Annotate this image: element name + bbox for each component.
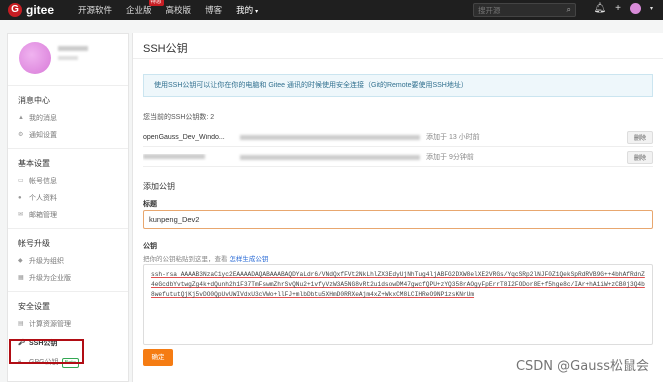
- caret-down-icon[interactable]: ▾: [650, 5, 653, 12]
- search-input[interactable]: [478, 5, 558, 15]
- section-title-security: 安全设置: [18, 302, 50, 311]
- gitee-logo[interactable]: G gitee: [8, 3, 54, 17]
- key-label: 公钥: [143, 243, 157, 250]
- main-nav: 开源软件 企业版 特惠 高校版 博客 我的 ▾: [78, 0, 272, 16]
- nav-education[interactable]: 高校版: [166, 4, 192, 16]
- card-icon: ▭: [18, 178, 24, 184]
- delete-button[interactable]: 删除: [626, 150, 653, 164]
- sidebar-item-label: 个人资料: [29, 195, 57, 202]
- profile-card: [8, 34, 128, 86]
- gear-icon: ⚙: [18, 132, 24, 138]
- mail-icon: ✉: [18, 212, 24, 218]
- promo-badge: 特惠: [148, 0, 164, 6]
- nav-enterprise[interactable]: 企业版 特惠: [126, 0, 164, 16]
- sidebar-item-email[interactable]: ✉ 邮箱管理: [8, 207, 128, 224]
- nav-mine[interactable]: 我的 ▾: [236, 4, 258, 16]
- nav-mine-label: 我的: [236, 5, 254, 15]
- chevron-down-icon: ▾: [255, 9, 259, 15]
- logo-text: gitee: [26, 3, 55, 17]
- sidebar-item-label: 升级为企业版: [29, 275, 71, 282]
- delete-button[interactable]: 删除: [626, 130, 653, 144]
- confirm-button[interactable]: 确定: [143, 349, 173, 366]
- page-title: SSH公钥: [143, 43, 188, 55]
- info-banner: 使用SSH公钥可以让你在你的电脑和 Gitee 通讯的时候使用安全连接（Git的…: [143, 74, 653, 97]
- sidebar-item-profile[interactable]: ● 个人资料: [8, 190, 128, 207]
- divider: [8, 148, 128, 149]
- divider: [8, 228, 128, 229]
- key-fingerprint-blurred: [240, 154, 420, 160]
- key-count: 您当前的SSH公钥数: 2: [143, 114, 215, 121]
- key-hint: 把你的公钥粘贴到这里，查看 怎样生成公钥: [143, 253, 268, 263]
- user-icon: ●: [18, 195, 22, 201]
- sidebar-item-upgrade-enterprise[interactable]: ▦ 升级为企业版: [8, 270, 128, 287]
- settings-sidebar: 消息中心 ▲ 我的消息 ⚙ 通知设置 基本设置 ▭ 帐号信息 ● 个人资料 ✉ 邮箱管理 …: [7, 33, 129, 382]
- key-row: 添加于 9分钟前 删除: [143, 150, 653, 164]
- bell-icon: ▲: [18, 115, 24, 121]
- key-title-link[interactable]: [143, 153, 236, 161]
- nav-opensource[interactable]: 开源软件: [78, 4, 112, 16]
- key-title-input[interactable]: [143, 210, 653, 229]
- nav-blog[interactable]: 博客: [205, 4, 222, 16]
- sidebar-item-label: 帐号信息: [29, 178, 57, 185]
- key-row: openGauss_Dev_Windo... 添加于 13 小时前 删除: [143, 130, 653, 144]
- section-title-messages: 消息中心: [18, 96, 50, 105]
- divider: [8, 291, 128, 292]
- nav-enterprise-label: 企业版: [126, 5, 152, 15]
- hint-text: 把你的公钥粘贴到这里，查看: [143, 256, 228, 263]
- watermark: CSDN @Gauss松鼠会: [515, 359, 649, 374]
- bell-icon[interactable]: 🔔︎: [593, 3, 606, 14]
- section-title-basic: 基本设置: [18, 159, 50, 168]
- user-id-blurred: [58, 56, 78, 60]
- section-title-upgrade: 帐号升级: [18, 239, 50, 248]
- divider: [133, 58, 663, 59]
- key-added-time: 添加于 9分钟前: [426, 154, 474, 161]
- sidebar-item-account-info[interactable]: ▭ 帐号信息: [8, 173, 128, 190]
- org-icon: ◆: [18, 258, 23, 264]
- sidebar-item-my-messages[interactable]: ▲ 我的消息: [8, 110, 128, 127]
- key-name-blurred: [143, 153, 205, 159]
- add-key-heading: 添加公钥: [143, 182, 175, 191]
- main-panel: SSH公钥 使用SSH公钥可以让你在你的电脑和 Gitee 通讯的时候使用安全连…: [132, 33, 663, 382]
- sidebar-item-label: 计算资源管理: [29, 321, 71, 328]
- sidebar-item-compute-resources[interactable]: ▤ 计算资源管理: [8, 316, 128, 333]
- public-key-textarea[interactable]: ssh-rsa AAAAB3NzaC1yc2EAAAADAQABAAABAQDY…: [143, 264, 653, 345]
- key-fingerprint-blurred: [240, 134, 420, 140]
- title-label: 标题: [143, 201, 157, 208]
- sidebar-item-label: 邮箱管理: [29, 212, 57, 219]
- plus-icon[interactable]: +: [615, 3, 621, 14]
- sidebar-item-upgrade-org[interactable]: ◆ 升级为组织: [8, 253, 128, 270]
- search-icon[interactable]: ⌕: [567, 5, 571, 15]
- divider: [143, 166, 653, 167]
- gitee-logo-icon: G: [8, 3, 22, 17]
- username-blurred: [58, 46, 88, 51]
- sidebar-item-notification-settings[interactable]: ⚙ 通知设置: [8, 127, 128, 144]
- server-icon: ▤: [18, 321, 24, 327]
- avatar[interactable]: [629, 3, 641, 14]
- key-added-time: 添加于 13 小时前: [426, 134, 480, 141]
- how-to-generate-link[interactable]: 怎样生成公钥: [229, 256, 268, 263]
- sidebar-item-label: 我的消息: [29, 115, 57, 122]
- sidebar-item-label: 通知设置: [29, 132, 57, 139]
- search-box[interactable]: ⌕: [473, 3, 576, 17]
- building-icon: ▦: [18, 275, 24, 281]
- highlight-box: [9, 339, 84, 364]
- avatar[interactable]: [19, 42, 51, 74]
- key-title-link[interactable]: openGauss_Dev_Windo...: [143, 134, 236, 141]
- top-icons: 🔔︎ + ▾: [593, 3, 653, 14]
- top-navbar: G gitee 开源软件 企业版特惠 高校版 博客 我的▾ ⌕ 🔔︎ + ▾: [0, 0, 663, 20]
- divider: [143, 146, 653, 147]
- sidebar-item-label: 升级为组织: [29, 258, 64, 265]
